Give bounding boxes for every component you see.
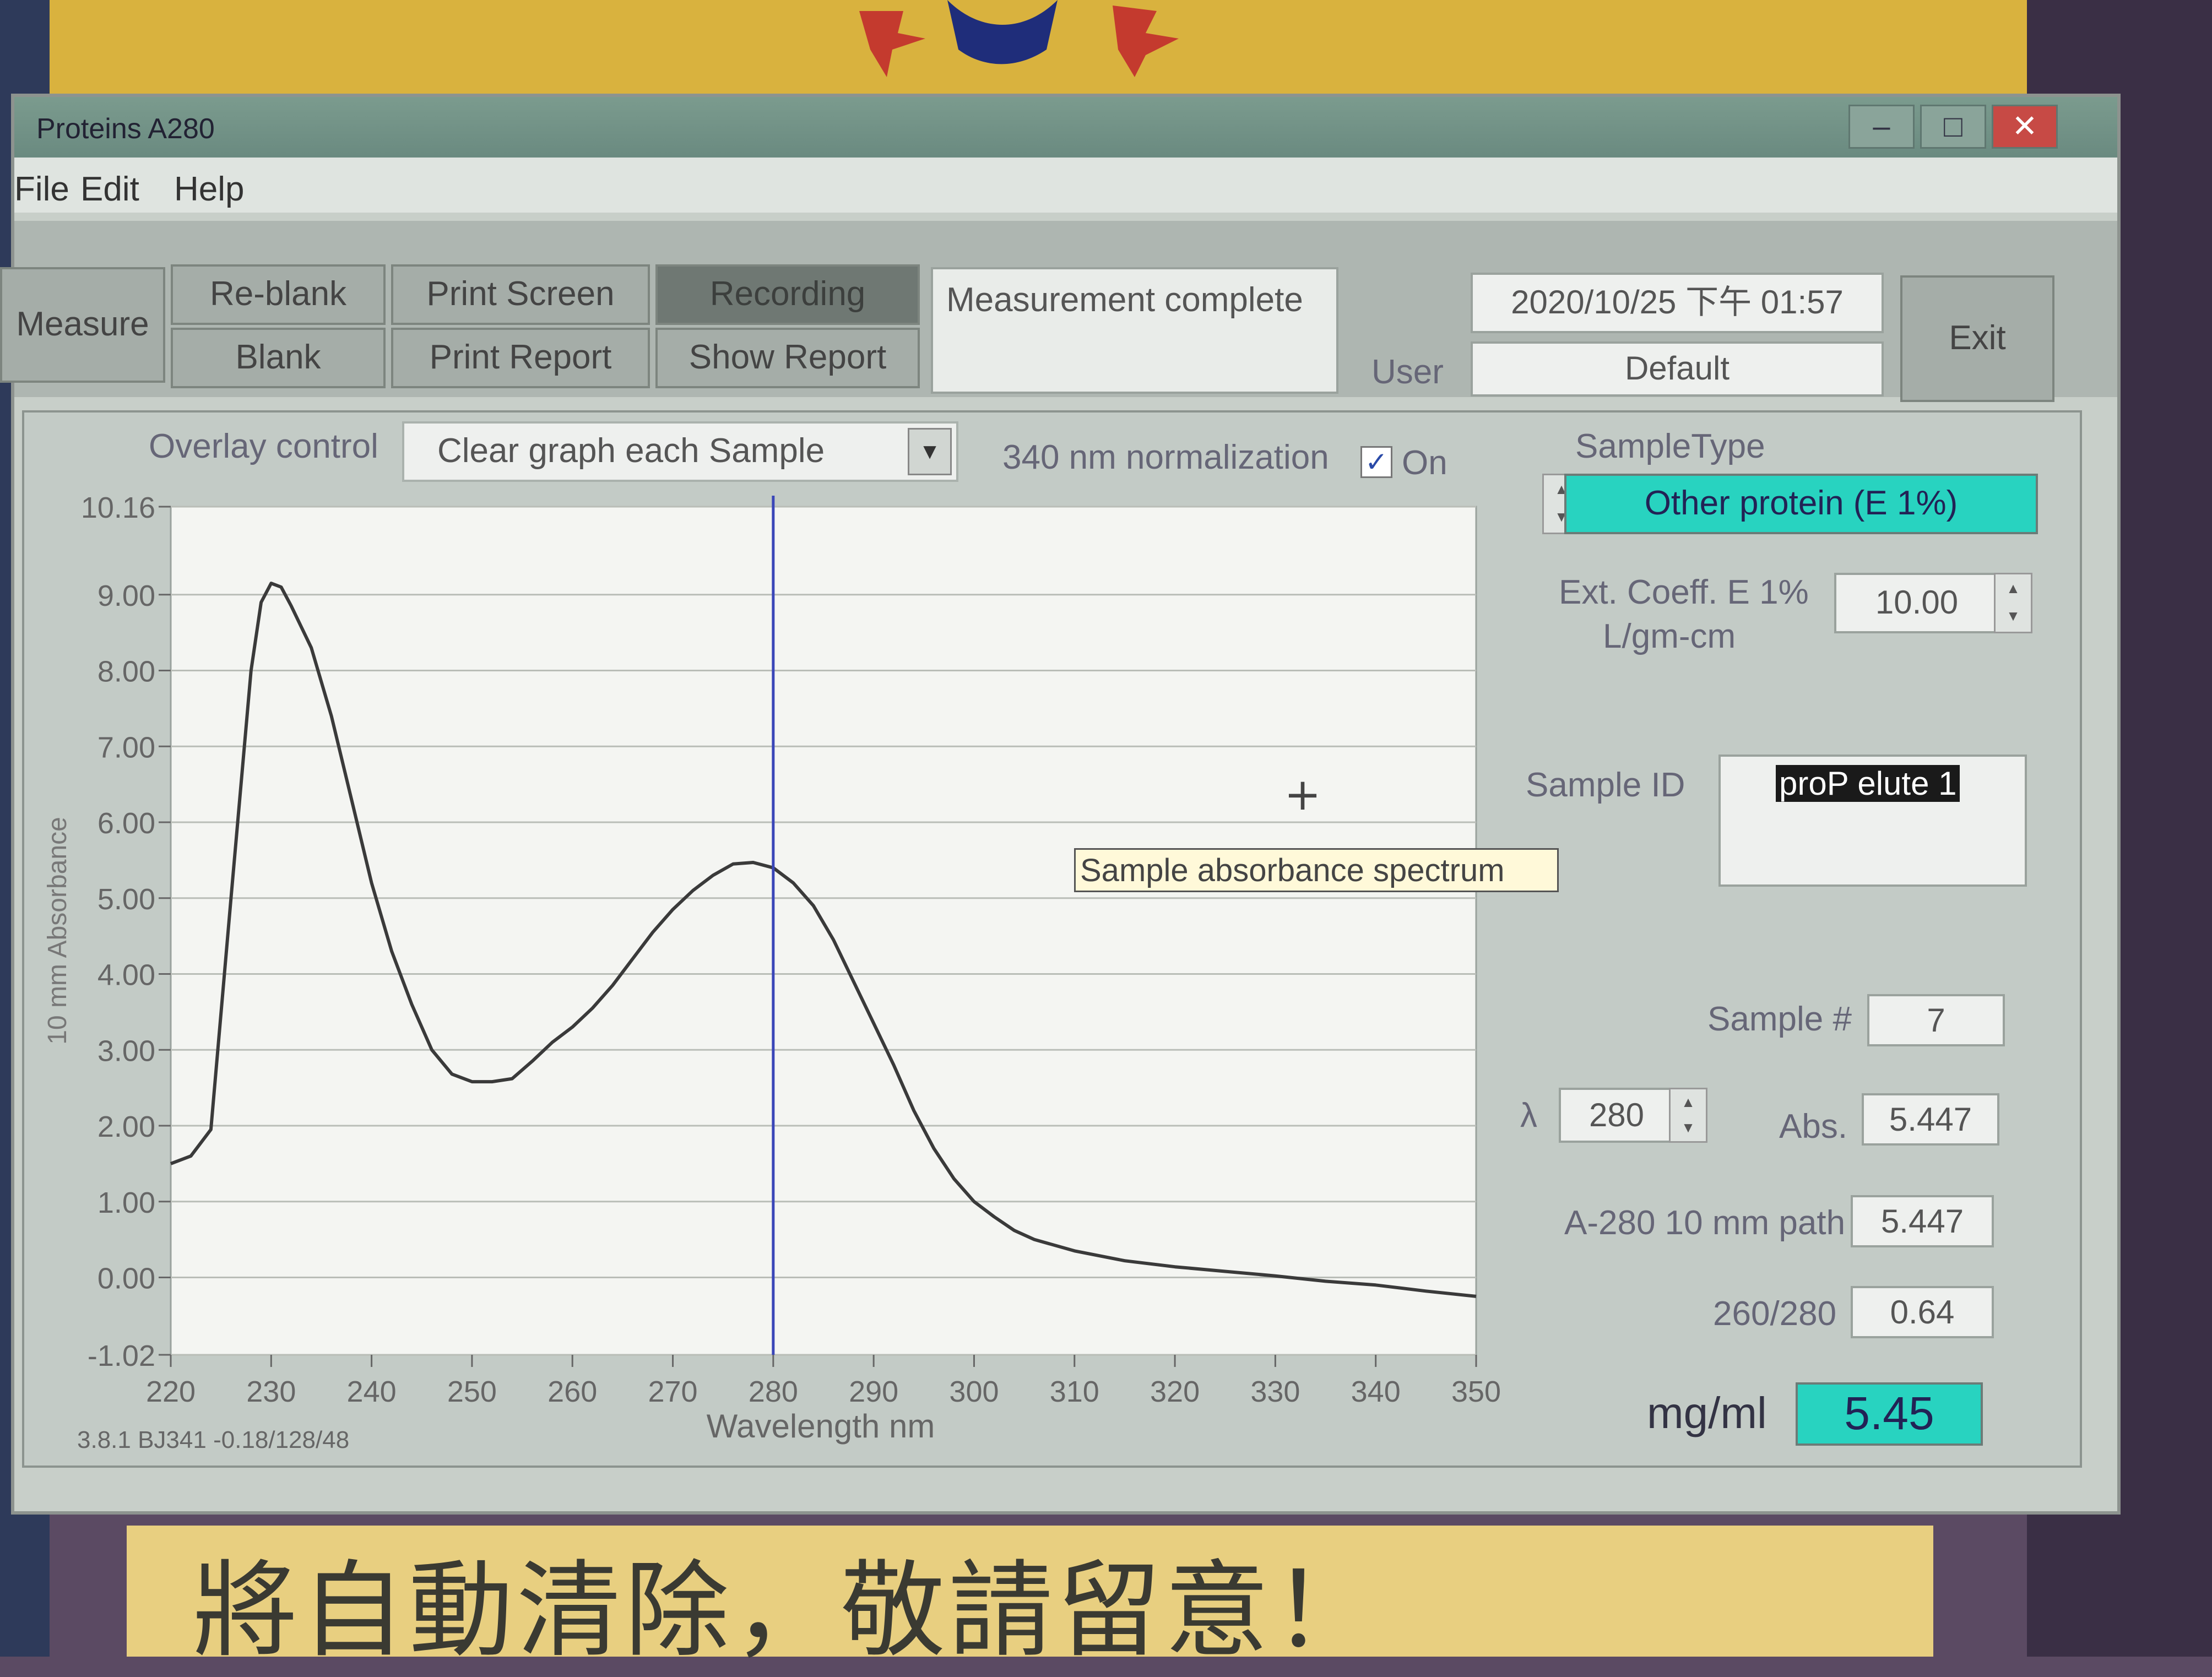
x-tick-label: 320 [1150, 1375, 1200, 1408]
y-tick-label: 1.00 [97, 1186, 155, 1219]
x-tick-label: 350 [1451, 1375, 1501, 1408]
x-tick-label: 340 [1351, 1375, 1401, 1408]
chart-tooltip: Sample absorbance spectrum [1074, 848, 1559, 892]
x-tick-label: 310 [1050, 1375, 1099, 1408]
y-tick-label: 8.00 [97, 655, 155, 688]
y-tick-label: 5.00 [97, 883, 155, 916]
x-tick-label: 230 [246, 1375, 296, 1408]
y-tick-label: 2.00 [97, 1110, 155, 1143]
y-tick-label: 4.00 [97, 959, 155, 992]
x-tick-label: 270 [648, 1375, 697, 1408]
x-tick-label: 240 [347, 1375, 397, 1408]
x-tick-label: 300 [949, 1375, 999, 1408]
x-tick-label: 260 [547, 1375, 597, 1408]
y-tick-label: -1.02 [88, 1339, 155, 1372]
plot-area [170, 506, 1477, 1356]
x-tick-label: 290 [849, 1375, 898, 1408]
x-tick-label: 250 [447, 1375, 497, 1408]
x-axis-label: Wavelength nm [707, 1408, 935, 1445]
x-tick-label: 280 [749, 1375, 798, 1408]
x-tick-label: 220 [146, 1375, 196, 1408]
y-tick-label: 6.00 [97, 807, 155, 840]
version-text: 3.8.1 BJ341 -0.18/128/48 [77, 1426, 350, 1453]
crosshair-icon: + [1284, 769, 1321, 820]
y-axis-label: 10 mm Absorbance [43, 817, 72, 1045]
y-tick-label: 7.00 [97, 731, 155, 764]
y-tick-label: 9.00 [97, 579, 155, 612]
absorbance-chart[interactable]: 10.16 9.00 8.00 7.00 6.00 5.00 4.00 3.00 2.00 1.0… [0, 0, 2212, 1657]
x-tick-label: 330 [1250, 1375, 1300, 1408]
y-tick-label: 3.00 [97, 1034, 155, 1067]
y-tick-label: 0.00 [97, 1262, 155, 1295]
y-tick-label: 10.16 [81, 491, 155, 524]
